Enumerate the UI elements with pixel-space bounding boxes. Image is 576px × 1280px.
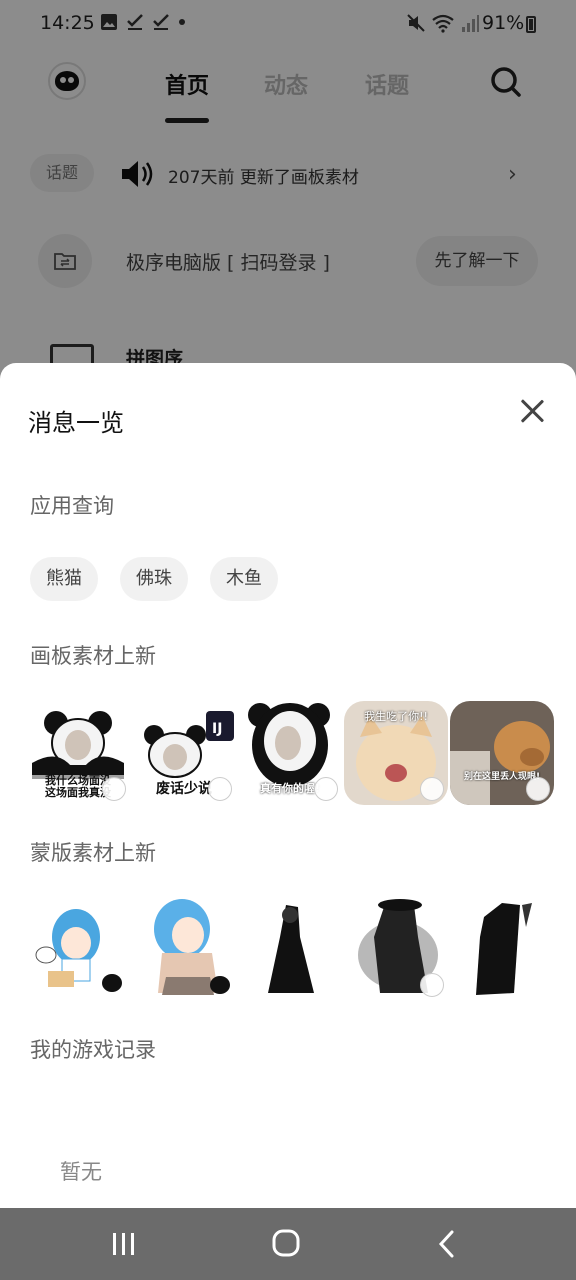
ink-brush-image bbox=[476, 903, 532, 995]
board-thumb-cat[interactable]: 我生吃了你!! bbox=[344, 701, 448, 805]
watermark-icon bbox=[420, 777, 444, 801]
anime-girl-image bbox=[154, 899, 230, 995]
messages-bottom-sheet: 消息一览 应用查询 熊猫 佛珠 木鱼 画板素材上新 我什么场面没 这场面我真没 I… bbox=[0, 363, 576, 1208]
board-thumb-panda-1[interactable]: 我什么场面没 这场面我真没 bbox=[26, 701, 130, 805]
app-chip-woodfish[interactable]: 木鱼 bbox=[210, 557, 278, 601]
svg-text:IJ: IJ bbox=[212, 721, 222, 737]
home-icon[interactable] bbox=[268, 1228, 304, 1260]
system-navigation-bar bbox=[0, 1208, 576, 1280]
mask-thumb-ink-2[interactable] bbox=[344, 897, 448, 1001]
back-icon[interactable] bbox=[430, 1228, 466, 1260]
watermark-icon bbox=[420, 973, 444, 997]
app-chip-panda[interactable]: 熊猫 bbox=[30, 557, 98, 601]
mask-thumb-ink-3[interactable] bbox=[450, 897, 554, 1001]
mask-thumb-anime-1[interactable] bbox=[26, 897, 130, 1001]
mask-materials-strip bbox=[26, 897, 554, 1001]
board-thumb-panda-2[interactable]: IJ 废话少说 bbox=[132, 701, 236, 805]
board-thumb-dog[interactable]: 别在这里丢人现眼! bbox=[450, 701, 554, 805]
board-materials-title: 画板素材上新 bbox=[30, 644, 156, 668]
board-materials-strip: 我什么场面没 这场面我真没 IJ 废话少说 真有你的喔! 我生吃了你!! 别在这里… bbox=[26, 701, 554, 805]
watermark-icon bbox=[208, 777, 232, 801]
app-query-title: 应用查询 bbox=[30, 494, 114, 518]
app-query-chips: 熊猫 佛珠 木鱼 bbox=[30, 557, 278, 601]
ink-figure-image bbox=[268, 905, 314, 993]
board-thumb-caption: 我生吃了你!! bbox=[364, 710, 428, 723]
mask-thumb-anime-2[interactable] bbox=[132, 897, 236, 1001]
game-records-title: 我的游戏记录 bbox=[30, 1038, 156, 1062]
empty-state-text: 暂无 bbox=[60, 1160, 102, 1184]
watermark-icon bbox=[526, 777, 550, 801]
watermark-icon bbox=[314, 777, 338, 801]
app-chip-beads[interactable]: 佛珠 bbox=[120, 557, 188, 601]
board-thumb-panda-3[interactable]: 真有你的喔! bbox=[238, 701, 342, 805]
mask-thumb-ink-1[interactable] bbox=[238, 897, 342, 1001]
sheet-title: 消息一览 bbox=[28, 409, 124, 437]
recent-apps-icon[interactable] bbox=[106, 1228, 142, 1260]
mask-materials-title: 蒙版素材上新 bbox=[30, 841, 156, 865]
anime-girl-image bbox=[35, 909, 122, 992]
watermark-icon bbox=[102, 777, 126, 801]
close-icon[interactable] bbox=[518, 397, 546, 425]
